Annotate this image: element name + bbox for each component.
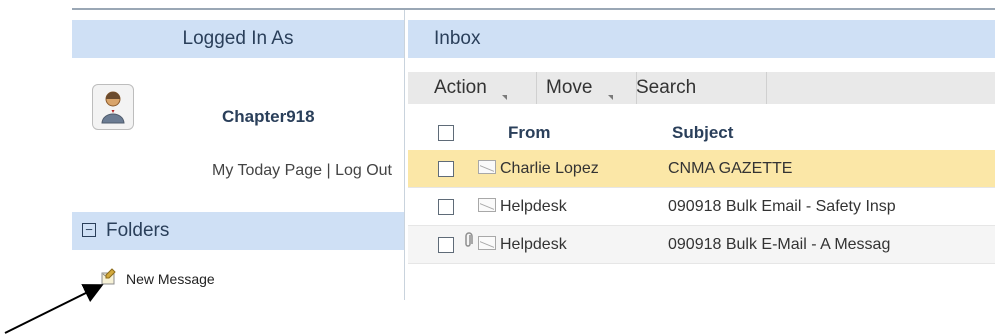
mail-icon (478, 160, 496, 174)
move-label: Move (546, 77, 593, 98)
mail-icon (478, 236, 496, 250)
search-button[interactable]: Search (626, 72, 767, 104)
row-from: Charlie Lopez (500, 160, 599, 177)
inbox-header: Inbox (408, 20, 995, 58)
dropdown-caret-icon (502, 95, 507, 100)
message-table: From Subject Charlie Lopez CNMA GAZETTE … (408, 114, 995, 264)
toolbar: Action Move Search (408, 72, 995, 104)
paperclip-icon (464, 226, 474, 263)
row-checkbox[interactable] (438, 199, 454, 215)
username: Chapter918 (222, 107, 315, 126)
row-subject: 090918 Bulk E-Mail - A Messag (668, 236, 891, 253)
my-today-link[interactable]: My Today Page (212, 162, 322, 179)
right-pane: Inbox Action Move Search From Subject Ch… (404, 10, 995, 300)
logged-in-title: Logged In As (182, 28, 294, 49)
logged-in-header: Logged In As (72, 20, 404, 58)
action-label: Action (434, 77, 487, 98)
folders-title: Folders (106, 220, 170, 241)
table-header-row: From Subject (408, 114, 995, 150)
row-subject: CNMA GAZETTE (668, 160, 793, 177)
select-all-checkbox[interactable] (438, 125, 454, 141)
row-checkbox[interactable] (438, 161, 454, 177)
user-links: My Today Page | Log Out (192, 162, 392, 180)
mail-icon (478, 198, 496, 212)
logout-link[interactable]: Log Out (335, 162, 392, 179)
dropdown-caret-icon (608, 95, 613, 100)
table-row[interactable]: Helpdesk 090918 Bulk Email - Safety Insp (408, 188, 995, 226)
row-subject: 090918 Bulk Email - Safety Insp (668, 198, 896, 215)
new-message-icon (100, 268, 118, 289)
collapse-icon[interactable]: − (82, 223, 96, 237)
from-column-header[interactable]: From (508, 114, 551, 151)
inbox-title: Inbox (434, 28, 481, 49)
new-message-label: New Message (126, 270, 215, 287)
move-menu-button[interactable]: Move (526, 72, 637, 104)
user-avatar-icon (101, 91, 125, 124)
links-separator: | (326, 162, 331, 179)
row-from: Helpdesk (500, 198, 567, 215)
row-checkbox[interactable] (438, 237, 454, 253)
search-label: Search (636, 77, 697, 98)
table-row[interactable]: Charlie Lopez CNMA GAZETTE (408, 150, 995, 188)
avatar (92, 84, 134, 130)
row-from: Helpdesk (500, 236, 567, 253)
left-pane: Logged In As Chapter918 My Today Page | … (72, 10, 405, 300)
new-message-button[interactable]: New Message (100, 268, 215, 289)
table-row[interactable]: Helpdesk 090918 Bulk E-Mail - A Messag (408, 226, 995, 264)
folders-header[interactable]: − Folders (72, 212, 404, 250)
action-menu-button[interactable]: Action (408, 72, 537, 104)
subject-column-header[interactable]: Subject (672, 114, 733, 151)
mail-app: Logged In As Chapter918 My Today Page | … (72, 8, 995, 300)
